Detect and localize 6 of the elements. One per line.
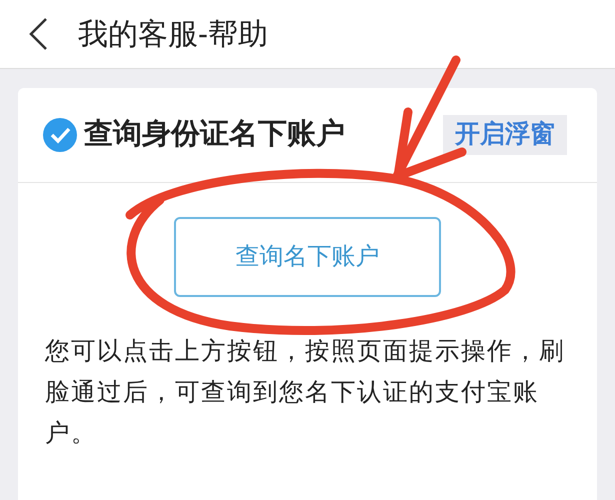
query-accounts-button[interactable]: 查询名下账户 xyxy=(174,217,441,297)
page-title: 我的客服-帮助 xyxy=(78,16,268,52)
float-window-button[interactable]: 开启浮窗 xyxy=(443,115,567,155)
description-text: 您可以点击上方按钮，按照页面提示操作，刷脸通过后，可查询到您名下认证的支付宝账户。 xyxy=(45,337,566,449)
back-icon xyxy=(28,17,48,51)
card-title: 查询身份证名下账户 xyxy=(84,116,345,152)
